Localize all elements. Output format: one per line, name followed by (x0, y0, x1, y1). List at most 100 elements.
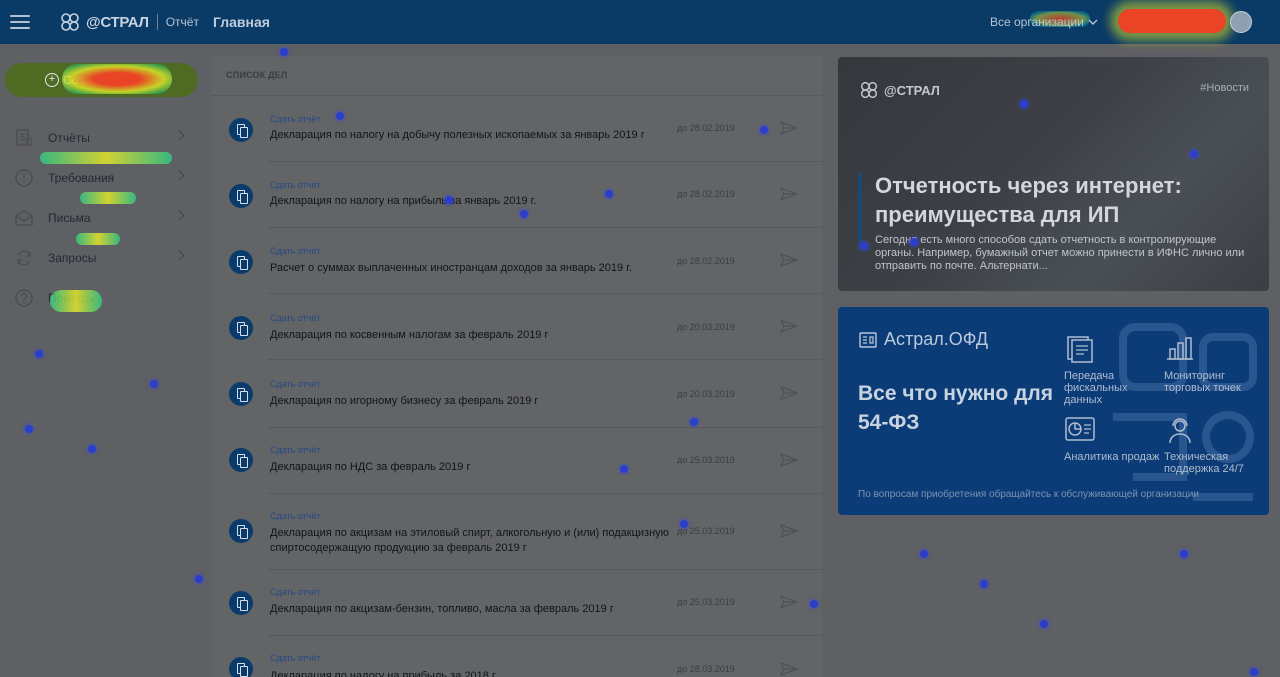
logo[interactable]: @СТРАЛ Отчёт (58, 10, 199, 34)
task-title: Декларация по косвенным налогам за февра… (270, 329, 549, 341)
task-deadline: до 20.03.2019 (677, 389, 735, 399)
feature-monitoring: Мониторинг торговых точек (1164, 335, 1264, 394)
sidebar-item-label: Письма (48, 211, 91, 225)
sidebar-item-help[interactable]: Помощь (0, 278, 200, 318)
task-type[interactable]: Сдать отчёт (270, 379, 321, 389)
feature-label: Техническая поддержка 24/7 (1164, 451, 1244, 475)
send-icon[interactable] (780, 386, 798, 400)
heatmap-dot (920, 550, 928, 558)
sidebar-item-label: Требования (48, 171, 115, 185)
feature-label: Передача фискальных данных (1064, 370, 1128, 406)
send-icon[interactable] (780, 187, 798, 201)
task-deadline: до 25.03.2019 (677, 455, 735, 465)
heatmap-dot (1040, 620, 1048, 628)
chevron-right-icon (174, 250, 185, 261)
document-icon (229, 118, 253, 142)
chevron-right-icon (174, 170, 185, 181)
list-item[interactable]: Сдать отчёт Декларация по налогу на добы… (212, 96, 822, 162)
sidebar-item-label: Запросы (48, 251, 97, 265)
document-icon (229, 250, 253, 274)
send-icon[interactable] (780, 595, 798, 609)
alert-icon (15, 169, 33, 187)
task-type[interactable]: Сдать отчёт (270, 114, 321, 124)
document-icon (229, 657, 253, 677)
task-deadline: до 28.03.2019 (677, 664, 735, 674)
news-card[interactable]: @СТРАЛ #Новости Отчетность через интерне… (838, 57, 1269, 291)
task-title: Декларация по акцизам-бензин, топливо, м… (270, 603, 614, 615)
send-icon[interactable] (780, 662, 798, 676)
task-title: Декларация по игорному бизнесу за феврал… (270, 395, 539, 407)
cash-register-icon (859, 331, 877, 348)
news-tag: #Новости (1200, 82, 1249, 94)
task-type[interactable]: Сдать отчёт (270, 587, 321, 597)
help-icon (15, 289, 33, 307)
news-brand: @СТРАЛ (884, 82, 940, 98)
sidebar-item-letters[interactable]: Письма (0, 198, 200, 238)
list-item[interactable]: Сдать отчёт Декларация по акцизам на эти… (212, 494, 822, 570)
task-type[interactable]: Сдать отчёт (270, 653, 321, 663)
task-type[interactable]: Сдать отчёт (270, 313, 321, 323)
task-deadline: до 28.02.2019 (677, 189, 735, 199)
chevron-right-icon (174, 210, 185, 221)
plus-icon: + (45, 73, 59, 87)
task-title: Декларация по налогу на добычу полезных … (270, 129, 645, 141)
feature-analytics: Аналитика продаж (1064, 416, 1164, 463)
todo-heading: СПИСОК ДЕЛ (226, 70, 288, 80)
list-item[interactable]: Сдать отчёт Декларация по налогу на приб… (212, 636, 822, 677)
top-bar: @СТРАЛ Отчёт Главная Все организации (0, 0, 1280, 44)
list-item[interactable]: Сдать отчёт Декларация по налогу на приб… (212, 162, 822, 228)
send-icon[interactable] (780, 121, 798, 135)
heatmap-dot (88, 445, 96, 453)
task-deadline: до 28.02.2019 (677, 123, 735, 133)
send-icon[interactable] (780, 524, 798, 538)
heatmap-dot (195, 575, 203, 583)
ofd-brand-name: Астрал.ОФД (884, 329, 989, 349)
list-item[interactable]: Сдать отчёт Декларация по акцизам-бензин… (212, 570, 822, 636)
menu-icon[interactable] (10, 12, 30, 32)
task-title: Декларация по налогу на прибыль за январ… (270, 195, 537, 207)
avatar[interactable] (1230, 11, 1252, 33)
feature-support: Техническая поддержка 24/7 (1164, 416, 1264, 475)
list-item[interactable]: Сдать отчёт Декларация по косвенным нало… (212, 294, 822, 360)
list-item[interactable]: Сдать отчёт Расчет о суммах выплаченных … (212, 228, 822, 294)
reports-icon (16, 129, 32, 146)
news-accent-bar (858, 173, 861, 243)
heatmap-dot (1180, 550, 1188, 558)
brand-name: @СТРАЛ (86, 13, 149, 31)
news-logo: @СТРАЛ (858, 79, 940, 101)
ofd-brand: Астрал.ОФД (858, 329, 988, 350)
task-type[interactable]: Сдать отчёт (270, 445, 321, 455)
task-type[interactable]: Сдать отчёт (270, 511, 321, 521)
document-icon (229, 316, 253, 340)
sidebar-item-reports[interactable]: Отчёты (0, 118, 200, 158)
heatmap-dot (980, 580, 988, 588)
task-title: Расчет о суммах выплаченных иностранцам … (270, 262, 632, 274)
list-item[interactable]: Сдать отчёт Декларация по игорному бизне… (212, 360, 822, 428)
task-deadline: до 28.02.2019 (677, 256, 735, 266)
list-item[interactable]: Сдать отчёт Декларация по НДС за февраль… (212, 428, 822, 494)
task-type[interactable]: Сдать отчёт (270, 180, 321, 190)
heatmap-dot (1250, 668, 1258, 676)
org-select[interactable]: Все организации (990, 15, 1098, 29)
product-name: Отчёт (165, 15, 199, 29)
task-deadline: до 20.03.2019 (677, 322, 735, 332)
sidebar-item-queries[interactable]: Запросы (0, 238, 200, 278)
create-button-label: Создать (63, 73, 109, 87)
astral-logo-icon (61, 13, 79, 31)
support-icon (1169, 418, 1191, 444)
chevron-right-icon (174, 130, 185, 141)
send-icon[interactable] (780, 253, 798, 267)
send-icon[interactable] (780, 319, 798, 333)
heatmap-dot (280, 48, 288, 56)
create-button[interactable]: + Создать (5, 63, 198, 97)
sidebar-nav: Отчёты Требования Письма Запросы Помощь (0, 118, 200, 318)
send-icon[interactable] (780, 453, 798, 467)
feature-label: Мониторинг торговых точек (1164, 370, 1241, 394)
task-type[interactable]: Сдать отчёт (270, 246, 321, 256)
analytics-icon (1065, 417, 1095, 441)
ofd-promo-card[interactable]: Астрал.ОФД Все что нужно для 54-ФЗ Перед… (838, 307, 1269, 515)
bar-chart-icon (1167, 337, 1193, 360)
chevron-down-icon (1088, 19, 1098, 25)
sidebar-item-requirements[interactable]: Требования (0, 158, 200, 198)
mail-icon (15, 210, 33, 226)
